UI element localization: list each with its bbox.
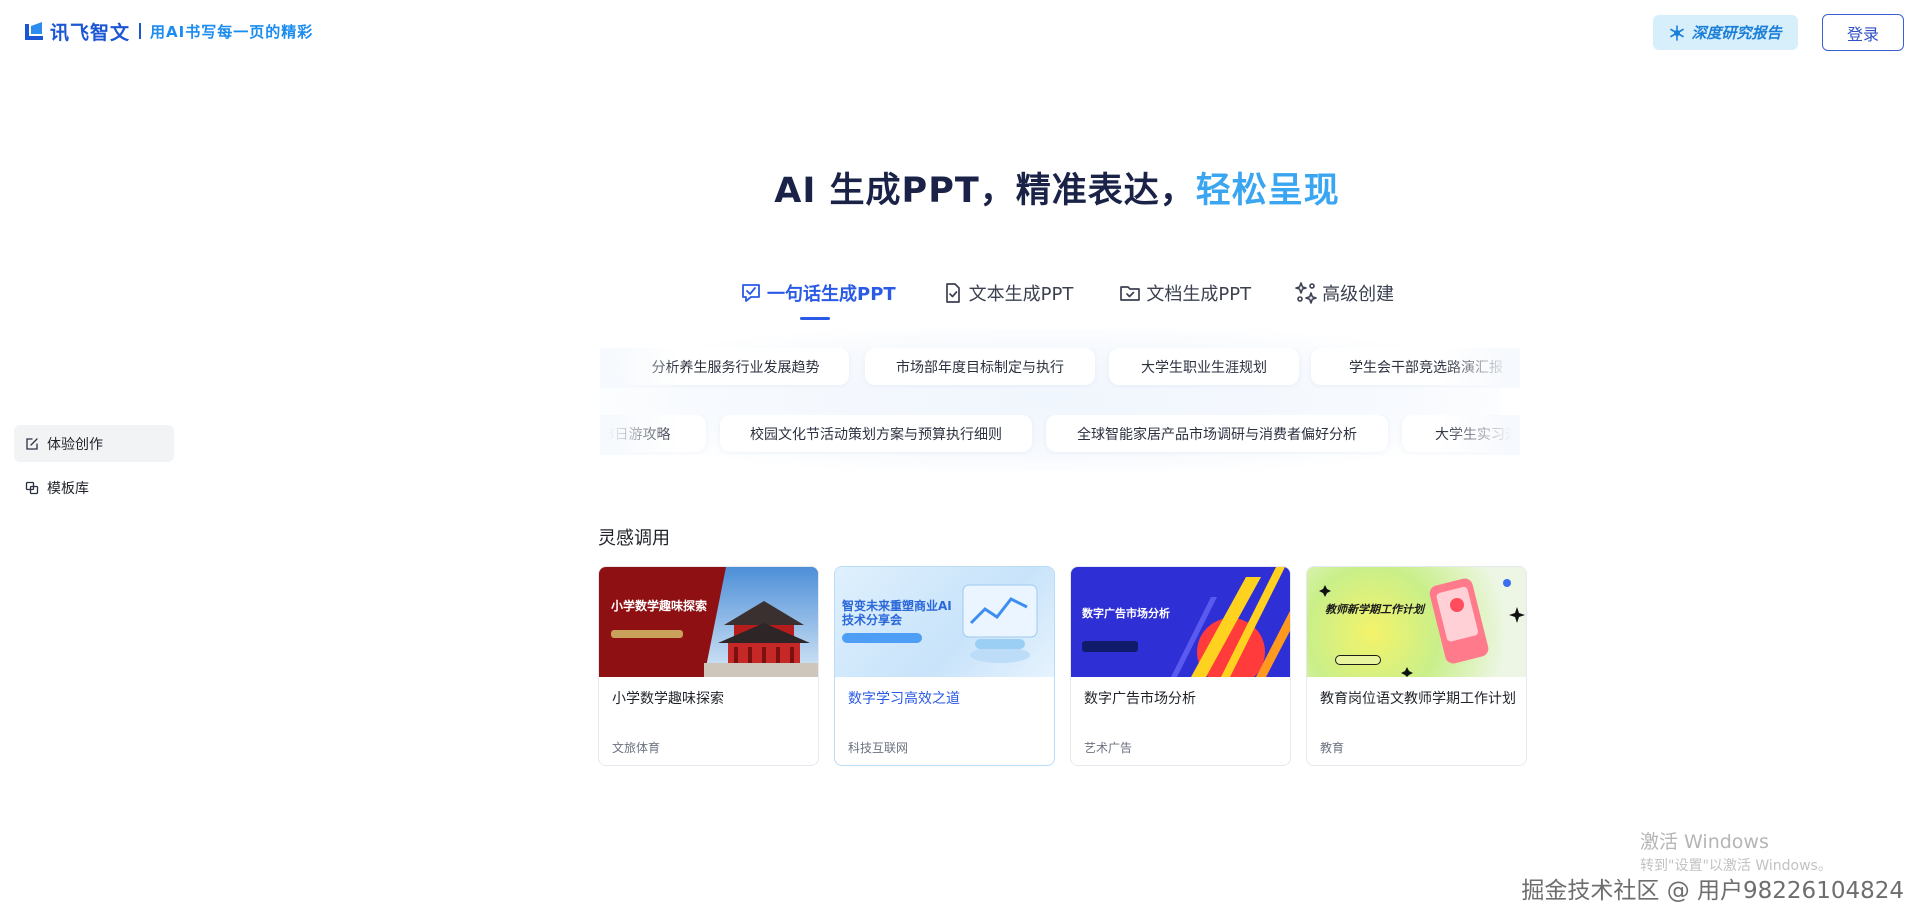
tab-advanced[interactable]: 高级创建 bbox=[1295, 278, 1394, 308]
suggestion-chip[interactable]: 大学生实习途 bbox=[1402, 415, 1520, 452]
sidebar-item-label: 模板库 bbox=[47, 480, 89, 497]
deep-research-label: 深度研究报告 bbox=[1691, 24, 1782, 42]
suggestion-chip[interactable]: 学生会干部竞选路演汇报 bbox=[1311, 348, 1520, 385]
template-card[interactable]: 智变未来重塑商业AI技术分享会 数字学习高效之道 科技互联网 bbox=[834, 566, 1055, 766]
suggestion-chip[interactable]: 校园文化节活动策划方案与预算执行细则 bbox=[720, 415, 1032, 452]
deep-research-button[interactable]: 深度研究报告 bbox=[1653, 15, 1798, 50]
windows-activation-title: 激活 Windows bbox=[1640, 831, 1769, 853]
card-category: 教育 bbox=[1320, 741, 1345, 755]
thumbnail-pill bbox=[842, 633, 922, 643]
active-tab-indicator bbox=[800, 317, 830, 320]
community-watermark: 掘金技术社区 @ 用户98226104824 bbox=[1521, 878, 1904, 904]
card-thumbnail: 数字广告市场分析 bbox=[1071, 567, 1290, 677]
suggestion-chip[interactable]: 市场部年度目标制定与执行 bbox=[865, 348, 1095, 385]
thumbnail-pill bbox=[1082, 641, 1138, 652]
suggestions-row-2: 3日游攻略 校园文化节活动策划方案与预算执行细则 全球智能家居产品市场调研与消费… bbox=[600, 415, 1520, 455]
snowflake-icon bbox=[1670, 24, 1685, 41]
brand-name: 讯飞智文 bbox=[50, 21, 131, 44]
thumbnail-pill bbox=[611, 630, 683, 638]
hero-title: AI 生成PPT，精准表达，轻松呈现 bbox=[0, 162, 1920, 213]
template-card[interactable]: 教师新学期工作计划 教育岗位语文教师学期工作计划 教育 bbox=[1306, 566, 1527, 766]
brand-logo[interactable]: 讯飞智文 用AI书写每一页的精彩 bbox=[23, 19, 314, 44]
tab-text[interactable]: 文本生成PPT bbox=[942, 278, 1074, 308]
suggestions-row-1: 分析养生服务行业发展趋势 市场部年度目标制定与执行 大学生职业生涯规划 学生会干… bbox=[600, 348, 1520, 388]
doc-check-icon bbox=[945, 283, 960, 303]
tab-label: 高级创建 bbox=[1322, 284, 1395, 305]
temple-image-icon bbox=[704, 567, 818, 677]
thumbnail-pill bbox=[1335, 655, 1381, 665]
hero-title-highlight: 轻松呈现 bbox=[1195, 171, 1340, 211]
tab-one-sentence[interactable]: 一句话生成PPT bbox=[740, 278, 896, 308]
suggestion-chip[interactable]: 分析养生服务行业发展趋势 bbox=[622, 348, 849, 385]
card-category: 艺术广告 bbox=[1084, 741, 1133, 755]
logo-mark-icon bbox=[25, 22, 43, 40]
sparkle-icon bbox=[1295, 282, 1317, 304]
dashboard-illustration-icon bbox=[962, 584, 1038, 663]
tab-label: 一句话生成PPT bbox=[767, 284, 896, 305]
card-title: 数字广告市场分析 bbox=[1084, 691, 1196, 707]
tab-label: 文本生成PPT bbox=[968, 284, 1074, 305]
card-category: 科技互联网 bbox=[848, 741, 909, 755]
card-category: 文旅体育 bbox=[612, 741, 661, 755]
card-title: 数字学习高效之道 bbox=[848, 691, 960, 707]
thumbnail-title: 数字广告市场分析 bbox=[1082, 607, 1170, 620]
tab-label: 文档生成PPT bbox=[1146, 284, 1252, 305]
sidebar-item-templates[interactable]: 模板库 bbox=[14, 469, 174, 506]
template-card[interactable]: 小学数学趣味探索 小学数学趣味探索 文旅体育 bbox=[598, 566, 819, 766]
folder-check-icon bbox=[1120, 286, 1141, 301]
card-thumbnail: 教师新学期工作计划 bbox=[1307, 567, 1526, 677]
hero-title-main: AI 生成PPT，精准表达， bbox=[774, 171, 1196, 211]
login-button[interactable]: 登录 bbox=[1822, 14, 1904, 51]
card-title: 小学数学趣味探索 bbox=[612, 691, 724, 707]
thumbnail-title: 小学数学趣味探索 bbox=[611, 599, 708, 613]
page-root: 讯飞智文 用AI书写每一页的精彩 深度研究报告 登录 体验创作 模板库 AI 生… bbox=[0, 0, 1920, 919]
template-card[interactable]: 数字广告市场分析 数字广告市场分析 艺术广告 bbox=[1070, 566, 1291, 766]
sidebar-item-label: 体验创作 bbox=[47, 436, 103, 453]
brand-slogan: 用AI书写每一页的精彩 bbox=[150, 22, 314, 41]
edit-icon bbox=[26, 437, 38, 450]
thumbnail-title: 教师新学期工作计划 bbox=[1325, 603, 1424, 616]
card-title: 教育岗位语文教师学期工作计划 bbox=[1320, 691, 1516, 707]
template-icon bbox=[25, 481, 39, 494]
abstract-shapes-icon bbox=[1171, 567, 1290, 677]
suggestion-chip[interactable]: 全球智能家居产品市场调研与消费者偏好分析 bbox=[1046, 415, 1388, 452]
card-thumbnail: 小学数学趣味探索 bbox=[599, 567, 818, 677]
sidebar-item-create[interactable]: 体验创作 bbox=[14, 425, 174, 462]
logo-divider bbox=[139, 23, 142, 39]
inspiration-title: 灵感调用 bbox=[598, 528, 670, 549]
suggestion-chip[interactable]: 大学生职业生涯规划 bbox=[1109, 348, 1299, 385]
card-thumbnail: 智变未来重塑商业AI技术分享会 bbox=[835, 567, 1054, 677]
tab-document[interactable]: 文档生成PPT bbox=[1119, 278, 1251, 308]
mode-tabs: 一句话生成PPT 文本生成PPT 文档生成PPT 高级创建 bbox=[740, 278, 1394, 308]
thumbnail-title: 智变未来重塑商业AI技术分享会 bbox=[842, 599, 952, 628]
suggestion-chip[interactable]: 3日游攻略 bbox=[600, 415, 706, 452]
chat-check-icon bbox=[742, 284, 760, 302]
